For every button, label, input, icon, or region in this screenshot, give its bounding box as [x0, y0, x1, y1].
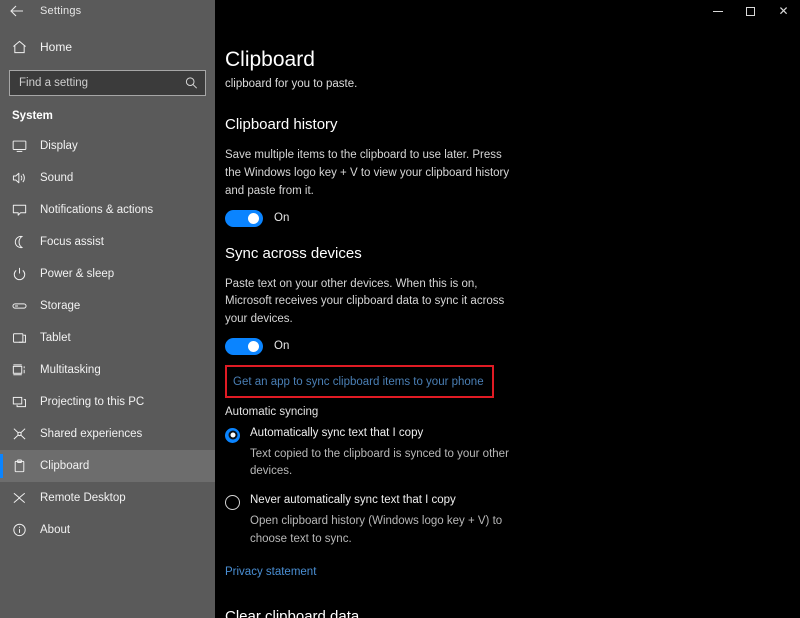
- sidebar-item-projecting[interactable]: Projecting to this PC: [0, 386, 215, 418]
- clipboard-icon: [12, 459, 38, 473]
- sidebar-item-multitasking[interactable]: Multitasking: [0, 354, 215, 386]
- sidebar: Home System: [0, 22, 215, 618]
- sidebar-item-home[interactable]: Home: [0, 32, 215, 62]
- sidebar-group-title: System: [0, 110, 215, 122]
- sidebar-item-focus-assist[interactable]: Focus assist: [0, 226, 215, 258]
- back-button[interactable]: [0, 0, 34, 22]
- settings-window: Settings ✕ Home: [0, 0, 800, 618]
- power-icon: [12, 267, 38, 281]
- sidebar-item-focus-assist-label: Focus assist: [40, 236, 104, 248]
- sidebar-item-about[interactable]: About: [0, 514, 215, 546]
- sidebar-item-shared-experiences-label: Shared experiences: [40, 428, 142, 440]
- moon-icon: [12, 235, 38, 249]
- section-clipboard-history: Clipboard history Save multiple items to…: [225, 116, 800, 226]
- radio-option-never-sync[interactable]: Never automatically sync text that I cop…: [225, 494, 800, 510]
- radio-auto-sync-description: Text copied to the clipboard is synced t…: [250, 446, 535, 481]
- clipboard-history-toggle-state: On: [274, 212, 289, 224]
- project-screen-icon: [12, 395, 38, 409]
- clipboard-history-toggle[interactable]: [225, 210, 263, 227]
- tablet-icon: [12, 331, 38, 345]
- toggle-knob: [248, 213, 259, 224]
- sidebar-item-sound-label: Sound: [40, 172, 73, 184]
- maximize-icon: [746, 7, 755, 16]
- sidebar-item-notifications[interactable]: Notifications & actions: [0, 194, 215, 226]
- clipboard-history-toggle-row: On: [225, 210, 800, 227]
- title-bar: Settings ✕: [0, 0, 800, 22]
- search-input[interactable]: [10, 77, 205, 89]
- remote-desktop-icon: [12, 491, 38, 505]
- sidebar-item-power-sleep[interactable]: Power & sleep: [0, 258, 215, 290]
- drive-icon: [12, 299, 38, 313]
- radio-auto-sync-label: Automatically sync text that I copy: [250, 427, 423, 439]
- sidebar-item-sound[interactable]: Sound: [0, 162, 215, 194]
- notification-icon: [12, 203, 38, 217]
- section-clear-clipboard-data: Clear clipboard data Clear everything (e…: [225, 608, 800, 618]
- page-title: Clipboard: [225, 48, 800, 71]
- close-icon: ✕: [778, 5, 788, 17]
- sidebar-item-home-label: Home: [40, 40, 72, 54]
- sidebar-item-multitasking-label: Multitasking: [40, 364, 101, 376]
- clipboard-history-title: Clipboard history: [225, 116, 800, 133]
- page-subtitle: clipboard for you to paste.: [225, 78, 800, 90]
- sidebar-item-tablet-label: Tablet: [40, 332, 71, 344]
- sidebar-item-clipboard[interactable]: Clipboard: [0, 450, 215, 482]
- search-box[interactable]: [9, 70, 206, 96]
- sidebar-item-power-sleep-label: Power & sleep: [40, 268, 114, 280]
- sync-description: Paste text on your other devices. When t…: [225, 276, 515, 329]
- section-sync-across-devices: Sync across devices Paste text on your o…: [225, 245, 800, 608]
- window-title: Settings: [40, 5, 81, 17]
- sidebar-item-about-label: About: [40, 524, 70, 536]
- radio-never-sync-label: Never automatically sync text that I cop…: [250, 494, 456, 506]
- sidebar-item-display[interactable]: Display: [0, 130, 215, 162]
- sidebar-item-display-label: Display: [40, 140, 78, 152]
- sidebar-item-projecting-label: Projecting to this PC: [40, 396, 144, 408]
- toggle-knob: [248, 341, 259, 352]
- title-bar-left: Settings: [0, 0, 215, 22]
- sidebar-item-clipboard-label: Clipboard: [40, 460, 89, 472]
- radio-never-sync-description: Open clipboard history (Windows logo key…: [250, 513, 535, 548]
- radio-auto-sync-indicator[interactable]: [225, 428, 240, 443]
- title-bar-spacer: [215, 0, 701, 22]
- minimize-icon: [713, 11, 723, 12]
- search-container: [0, 70, 215, 96]
- maximize-button[interactable]: [734, 0, 767, 22]
- back-arrow-icon: [10, 5, 24, 17]
- multitasking-icon: [12, 363, 38, 377]
- sidebar-item-notifications-label: Notifications & actions: [40, 204, 153, 216]
- sidebar-item-storage[interactable]: Storage: [0, 290, 215, 322]
- speaker-icon: [12, 171, 38, 185]
- clipboard-history-description: Save multiple items to the clipboard to …: [225, 147, 515, 200]
- monitor-icon: [12, 139, 38, 153]
- search-icon[interactable]: [185, 77, 198, 90]
- radio-option-auto-sync[interactable]: Automatically sync text that I copy: [225, 427, 800, 443]
- close-button[interactable]: ✕: [767, 0, 800, 22]
- info-icon: [12, 523, 38, 537]
- home-icon: [12, 40, 38, 54]
- sync-title: Sync across devices: [225, 245, 800, 262]
- window-body: Home System: [0, 22, 800, 618]
- minimize-button[interactable]: [701, 0, 734, 22]
- share-icon: [12, 427, 38, 441]
- sidebar-item-storage-label: Storage: [40, 300, 80, 312]
- get-app-link[interactable]: Get an app to sync clipboard items to yo…: [233, 376, 484, 388]
- sidebar-item-remote-desktop[interactable]: Remote Desktop: [0, 482, 215, 514]
- sidebar-item-remote-desktop-label: Remote Desktop: [40, 492, 126, 504]
- get-app-link-highlight: Get an app to sync clipboard items to yo…: [225, 365, 494, 398]
- sync-toggle-row: On: [225, 338, 800, 355]
- window-controls: ✕: [701, 0, 800, 22]
- automatic-syncing-label: Automatic syncing: [225, 406, 800, 418]
- sync-toggle[interactable]: [225, 338, 263, 355]
- clear-title: Clear clipboard data: [225, 608, 800, 618]
- privacy-statement-link[interactable]: Privacy statement: [225, 566, 316, 578]
- main-content: Clipboard clipboard for you to paste. Cl…: [215, 22, 800, 618]
- sidebar-item-shared-experiences[interactable]: Shared experiences: [0, 418, 215, 450]
- radio-never-sync-indicator[interactable]: [225, 495, 240, 510]
- sync-toggle-state: On: [274, 340, 289, 352]
- sidebar-item-tablet[interactable]: Tablet: [0, 322, 215, 354]
